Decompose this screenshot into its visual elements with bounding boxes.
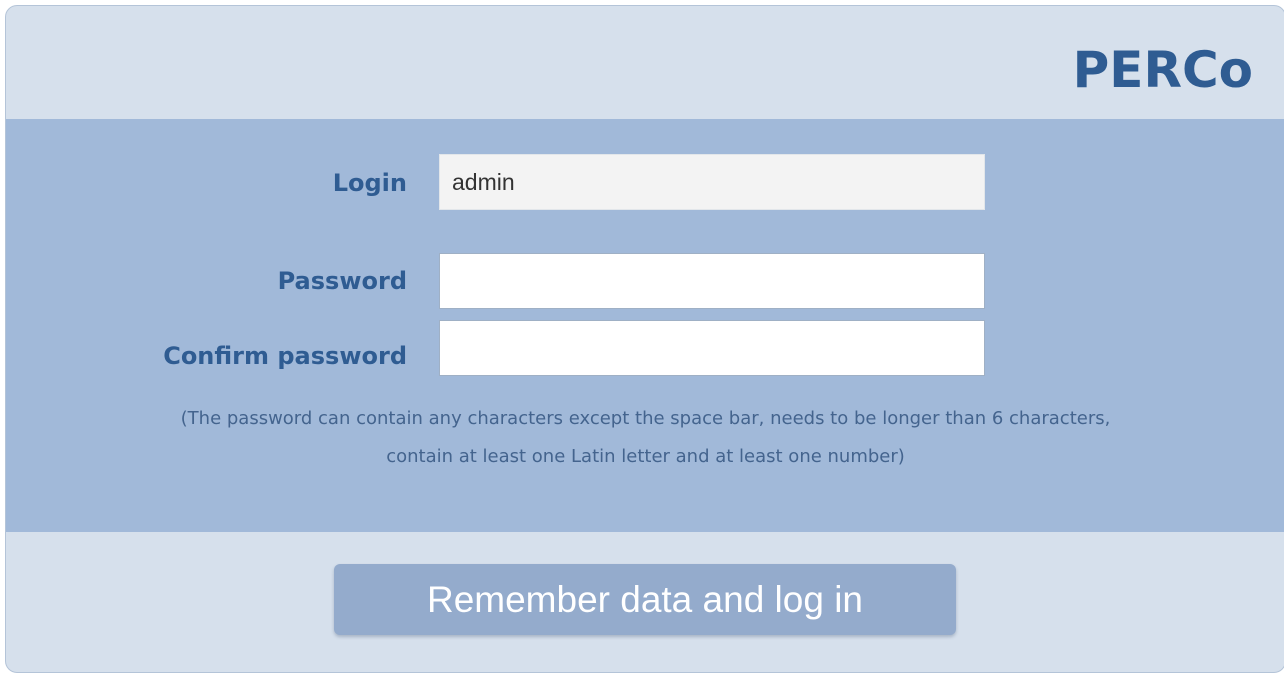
remember-and-login-button[interactable]: Remember data and log in: [334, 564, 956, 635]
credentials-form: Login Password Confirm password (The pas…: [6, 119, 1284, 532]
dialog-header: PERCo: [6, 6, 1284, 119]
password-requirements-hint: (The password can contain any characters…: [6, 400, 1284, 476]
login-field[interactable]: [439, 154, 985, 210]
login-label: Login: [332, 169, 407, 197]
hint-line-2: contain at least one Latin letter and at…: [386, 446, 905, 467]
first-login-dialog: PERCo Login Password Confirm password (T…: [5, 5, 1284, 673]
perco-logo: PERCo: [1072, 41, 1253, 99]
confirm-password-label: Confirm password: [163, 342, 407, 370]
password-label: Password: [277, 267, 407, 295]
password-field[interactable]: [439, 253, 985, 309]
confirm-password-field[interactable]: [439, 320, 985, 376]
hint-line-1: (The password can contain any characters…: [180, 408, 1111, 429]
